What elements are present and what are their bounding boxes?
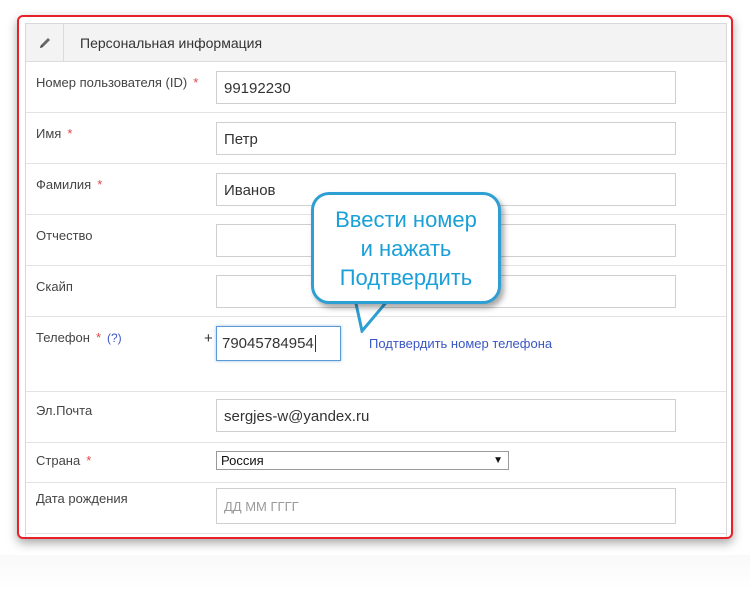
email-field[interactable]: sergjes-w@yandex.ru — [216, 399, 676, 432]
country-select[interactable]: Россия ▼ — [216, 451, 509, 470]
last-name-label: Фамилия * — [36, 177, 103, 192]
first-name-label: Имя * — [36, 126, 73, 141]
row-birthdate: Дата рождения ДД ММ ГГГГ — [26, 483, 726, 534]
email-label: Эл.Почта — [36, 403, 93, 418]
instruction-callout: Ввести номер и нажать Подтвердить — [311, 192, 501, 304]
row-user-id: Номер пользователя (ID) * 99192230 — [26, 62, 726, 113]
birthdate-label: Дата рождения — [36, 491, 128, 506]
reflection — [0, 555, 750, 590]
row-country: Страна * Россия ▼ — [26, 443, 726, 483]
skype-label: Скайп — [36, 279, 73, 294]
callout-line-1: Ввести номер — [335, 207, 477, 232]
phone-field[interactable]: 79045784954 — [216, 326, 341, 361]
user-id-field[interactable]: 99192230 — [216, 71, 676, 104]
pencil-icon[interactable] — [26, 24, 64, 61]
confirm-phone-link[interactable]: Подтвердить номер телефона — [369, 336, 552, 351]
row-email: Эл.Почта sergjes-w@yandex.ru — [26, 392, 726, 443]
panel-header: Персональная информация — [26, 24, 726, 62]
phone-label: Телефон * (?) — [36, 330, 122, 345]
birthdate-field[interactable]: ДД ММ ГГГГ — [216, 488, 676, 524]
user-id-label: Номер пользователя (ID) * — [36, 75, 199, 90]
panel-title: Персональная информация — [80, 34, 263, 51]
first-name-field[interactable]: Петр — [216, 122, 676, 155]
callout-line-3: Подтвердить — [339, 265, 473, 290]
country-label: Страна * — [36, 453, 92, 468]
phone-prefix: + — [204, 330, 213, 347]
row-first-name: Имя * Петр — [26, 113, 726, 164]
caret-down-icon: ▼ — [493, 455, 503, 466]
patronymic-label: Отчество — [36, 228, 93, 243]
phone-help-link[interactable]: (?) — [107, 331, 122, 345]
callout-line-2: и нажать — [360, 236, 452, 261]
